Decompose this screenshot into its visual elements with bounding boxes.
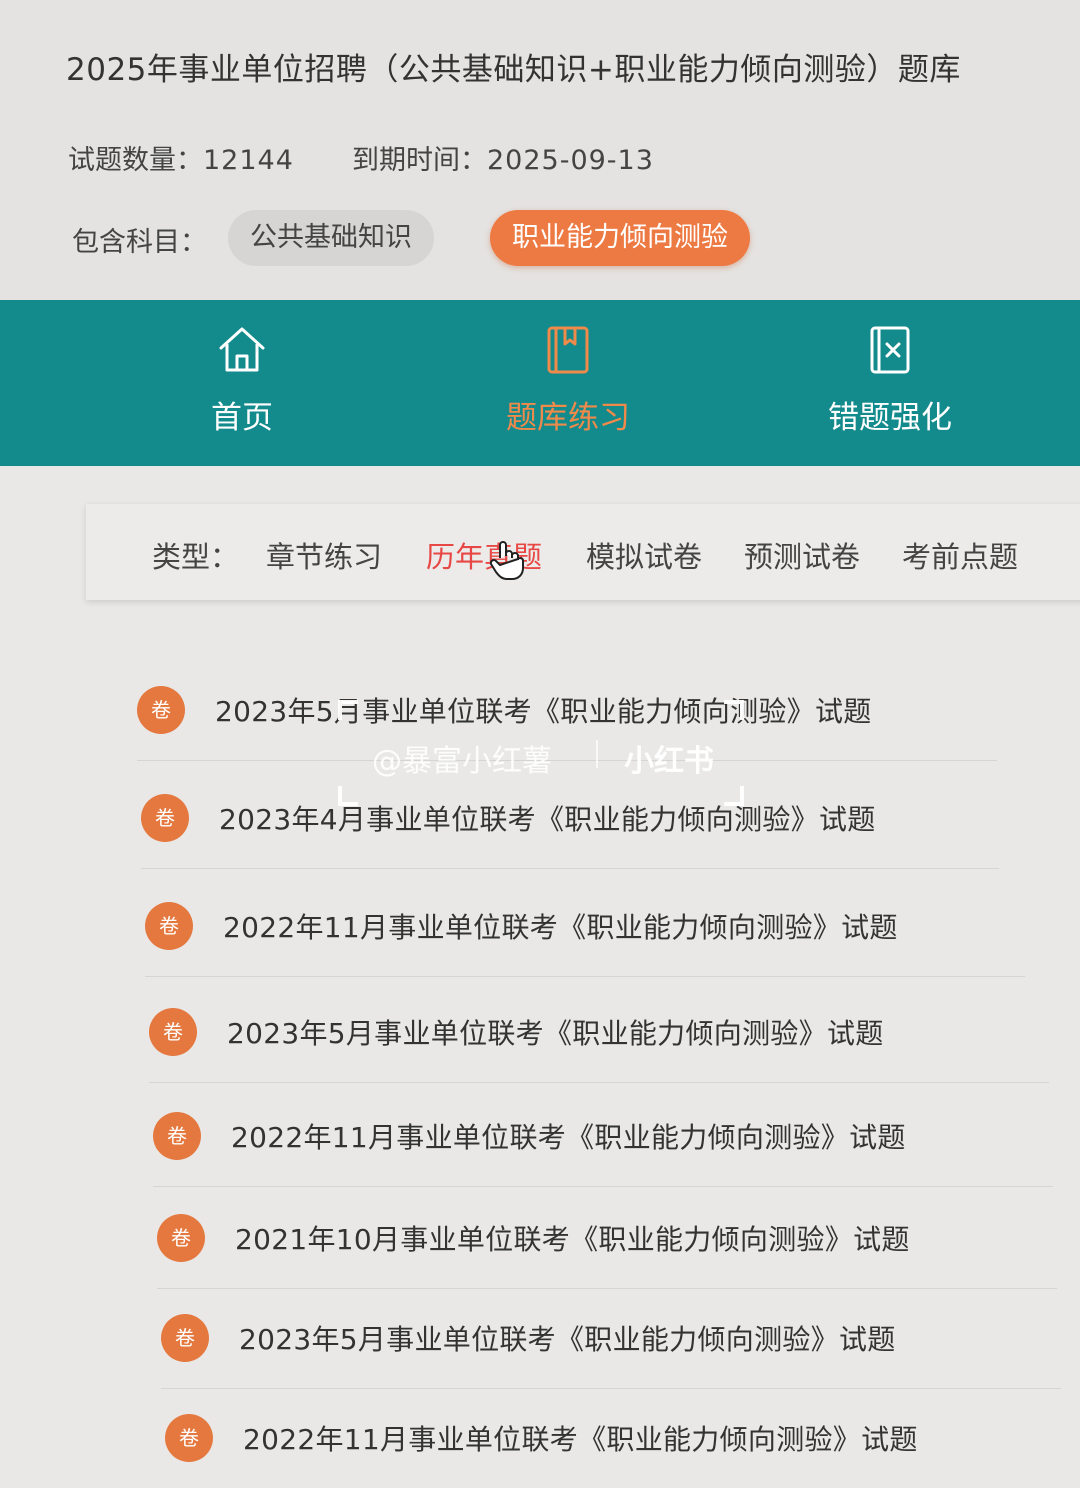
expiry-label: 到期时间： — [352, 145, 487, 176]
subjects-label: 包含科目： — [72, 227, 207, 258]
paper-badge: 卷 — [137, 686, 185, 734]
hand-cursor-icon — [490, 541, 524, 580]
question-count-value: 12144 — [203, 145, 294, 176]
bank-header: 2025年事业单位招聘（公共基础知识+职业能力倾向测验）题库 试题数量：1214… — [0, 0, 1080, 300]
list-item[interactable]: 卷 2022年11月事业单位联考《职业能力倾向测验》试题 — [153, 1082, 1053, 1187]
paper-badge: 卷 — [141, 794, 189, 842]
list-item[interactable]: 卷 2023年4月事业单位联考《职业能力倾向测验》试题 — [141, 764, 999, 869]
filter-prediction-papers[interactable]: 预测试卷 — [744, 534, 860, 576]
paper-title: 2023年4月事业单位联考《职业能力倾向测验》试题 — [219, 803, 876, 836]
paper-title: 2023年5月事业单位联考《职业能力倾向测验》试题 — [215, 695, 872, 728]
paper-title: 2021年10月事业单位联考《职业能力倾向测验》试题 — [235, 1223, 910, 1256]
subject-chip-aptitude-test[interactable]: 职业能力倾向测验 — [490, 210, 750, 266]
list-item[interactable]: 卷 2022年11月事业单位联考《职业能力倾向测验》试题 — [165, 1384, 1065, 1488]
paper-title: 2022年11月事业单位联考《职业能力倾向测验》试题 — [243, 1423, 918, 1456]
list-item[interactable]: 卷 2023年5月事业单位联考《职业能力倾向测验》试题 — [149, 978, 1049, 1083]
paper-title: 2022年11月事业单位联考《职业能力倾向测验》试题 — [223, 911, 898, 944]
page-title: 2025年事业单位招聘（公共基础知识+职业能力倾向测验）题库 — [66, 52, 961, 88]
paper-title: 2023年5月事业单位联考《职业能力倾向测验》试题 — [227, 1017, 884, 1050]
home-icon — [219, 327, 265, 372]
filter-pre-exam-tips[interactable]: 考前点题 — [902, 534, 1018, 576]
paper-badge: 卷 — [157, 1214, 205, 1262]
list-item[interactable]: 卷 2022年11月事业单位联考《职业能力倾向测验》试题 — [145, 872, 1025, 977]
paper-badge: 卷 — [161, 1314, 209, 1362]
list-item[interactable]: 卷 2023年5月事业单位联考《职业能力倾向测验》试题 — [161, 1284, 1061, 1389]
subject-chip-public-knowledge[interactable]: 公共基础知识 — [228, 210, 434, 266]
paper-badge: 卷 — [165, 1414, 213, 1462]
nav-item-home[interactable]: 首页 — [122, 300, 362, 466]
paper-title: 2022年11月事业单位联考《职业能力倾向测验》试题 — [231, 1121, 906, 1154]
main-nav: 首页 题库练习 错题强化 — [0, 300, 1080, 466]
wrong-notebook-icon — [870, 326, 910, 374]
nav-item-wrong-questions[interactable]: 错题强化 — [770, 300, 1010, 466]
expiry-value: 2025-09-13 — [487, 145, 654, 176]
type-filter-label: 类型： — [152, 540, 240, 574]
filter-chapter-practice[interactable]: 章节练习 — [266, 534, 382, 576]
paper-badge: 卷 — [153, 1112, 201, 1160]
type-filter-bar: 类型： 章节练习 历年真题 模拟试卷 预测试卷 考前点题 — [86, 504, 1080, 600]
filter-mock-papers[interactable]: 模拟试卷 — [586, 534, 702, 576]
nav-item-question-bank[interactable]: 题库练习 — [448, 300, 688, 466]
nav-label-question-bank: 题库练习 — [506, 400, 630, 436]
paper-badge: 卷 — [149, 1008, 197, 1056]
list-item[interactable]: 卷 2023年5月事业单位联考《职业能力倾向测验》试题 — [137, 656, 997, 761]
nav-label-home: 首页 — [211, 400, 273, 436]
list-item[interactable]: 卷 2021年10月事业单位联考《职业能力倾向测验》试题 — [157, 1184, 1057, 1289]
paper-title: 2023年5月事业单位联考《职业能力倾向测验》试题 — [239, 1323, 896, 1356]
paper-badge: 卷 — [145, 902, 193, 950]
question-count: 试题数量：12144 — [68, 138, 294, 177]
book-icon — [547, 326, 589, 374]
nav-label-wrong-questions: 错题强化 — [828, 400, 952, 436]
filter-past-exams[interactable]: 历年真题 — [426, 534, 542, 576]
expiry-date: 到期时间：2025-09-13 — [352, 138, 654, 177]
question-count-label: 试题数量： — [68, 145, 203, 176]
